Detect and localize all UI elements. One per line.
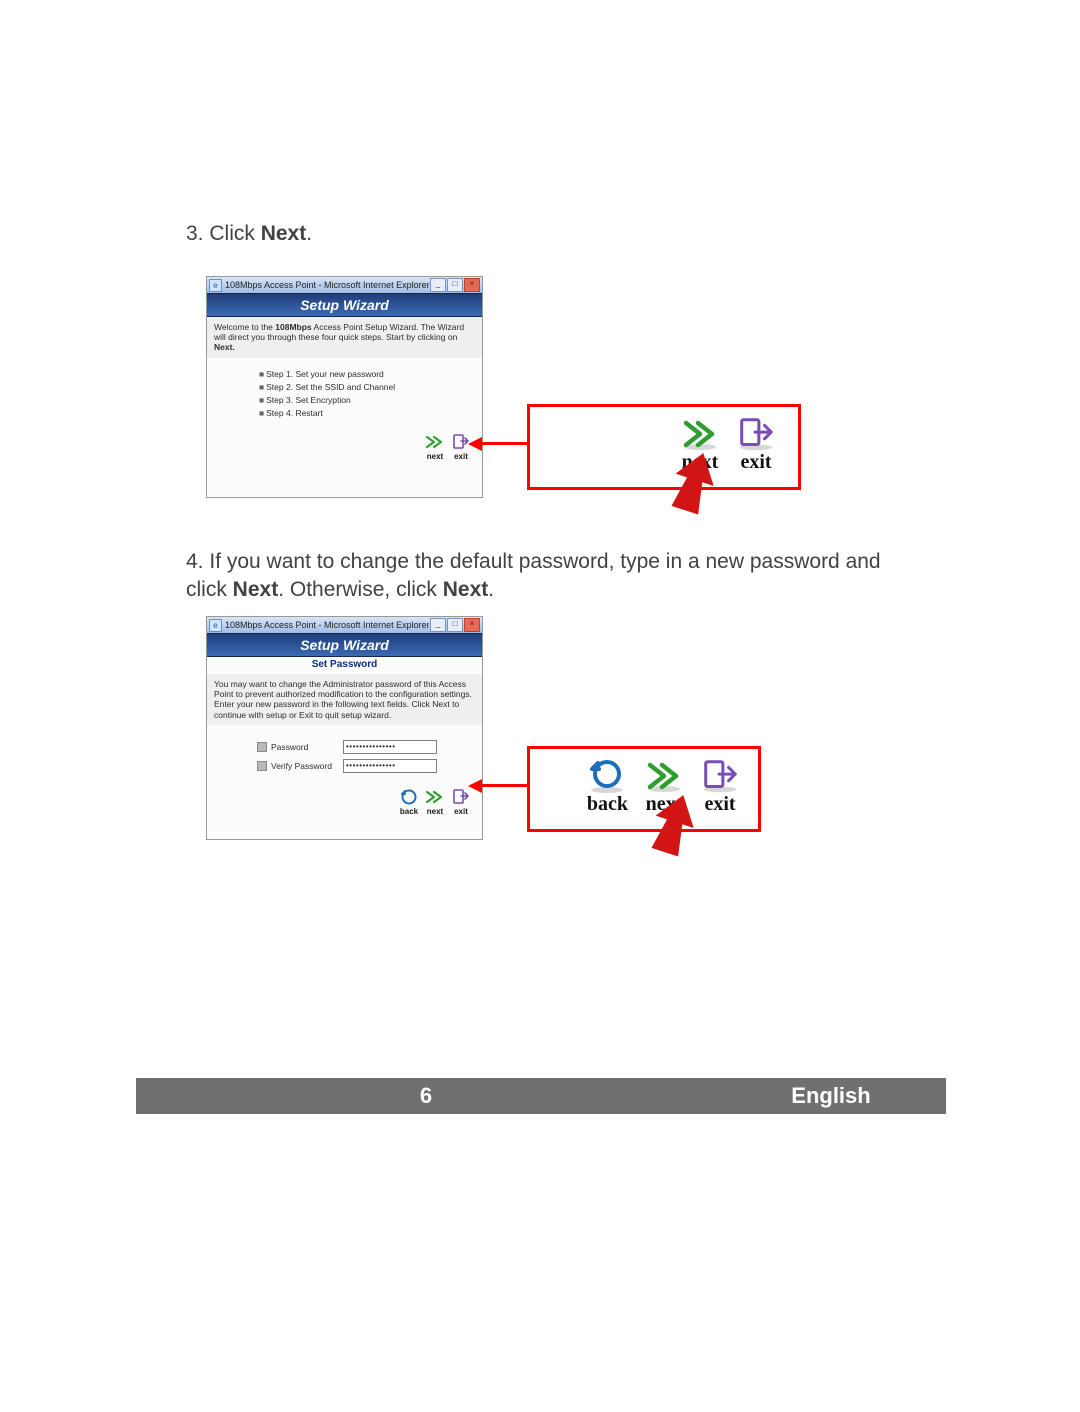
nav-row: back next exit [207, 782, 482, 824]
next-icon [424, 433, 446, 451]
bullet-icon [257, 761, 267, 771]
instruction-3: 3. Click Next. [186, 220, 312, 248]
next-icon [644, 757, 684, 795]
password-form: Password ••••••••••••••• Verify Password… [207, 725, 482, 782]
callout2-pointer-arrow [640, 794, 710, 864]
password-description: You may want to change the Administrator… [207, 674, 482, 725]
next-label: next [427, 452, 443, 461]
callout1-arrow-head [468, 437, 482, 451]
callout2-arrow-head [468, 779, 482, 793]
instr-4-bold1: Next [233, 578, 279, 601]
callout1-pointer-arrow [660, 452, 730, 522]
ie-icon: e [209, 279, 222, 292]
close-button[interactable]: × [464, 618, 480, 632]
password-input[interactable]: ••••••••••••••• [343, 740, 437, 754]
titlebar: e 108Mbps Access Point - Microsoft Inter… [207, 277, 482, 293]
welcome-a: Welcome to the [214, 322, 275, 332]
maximize-button[interactable]: □ [447, 618, 463, 632]
close-button[interactable]: × [464, 278, 480, 292]
exit-icon [700, 757, 740, 795]
wizard-ribbon: Setup Wizard [207, 633, 482, 657]
back-label: back [587, 793, 628, 816]
ie-icon: e [209, 619, 222, 632]
instruction-4: 4. If you want to change the default pas… [186, 548, 906, 605]
welcome-bold1: 108Mbps [275, 322, 311, 332]
instr-4-num: 4. [186, 550, 209, 573]
back-label: back [400, 807, 418, 816]
maximize-button[interactable]: □ [447, 278, 463, 292]
wizard-window-1: e 108Mbps Access Point - Microsoft Inter… [206, 276, 483, 498]
callout2-back-button[interactable]: back [587, 753, 628, 816]
footer-bar: 6 English [136, 1078, 946, 1114]
password-row: Password ••••••••••••••• [215, 740, 474, 754]
instr-3-text: Click [209, 222, 260, 245]
window-title: 108Mbps Access Point - Microsoft Interne… [225, 280, 429, 290]
wizard-window-2: e 108Mbps Access Point - Microsoft Inter… [206, 616, 483, 840]
next-icon [424, 788, 446, 806]
instr-3-num: 3. [186, 222, 209, 245]
titlebar: e 108Mbps Access Point - Microsoft Inter… [207, 617, 482, 633]
next-label: next [427, 807, 443, 816]
welcome-text: Welcome to the 108Mbps Access Point Setu… [207, 317, 482, 358]
wizard-ribbon: Setup Wizard [207, 293, 482, 317]
instr-3-period: . [306, 222, 312, 245]
back-icon [587, 757, 627, 795]
next-button-small[interactable]: next [422, 788, 448, 816]
exit-label: exit [454, 452, 468, 461]
welcome-bold2: Next. [214, 342, 235, 352]
callout1-arrow-line [482, 442, 528, 445]
page-number: 6 [136, 1083, 716, 1109]
back-icon [398, 788, 420, 806]
exit-label: exit [736, 451, 776, 474]
nav-row: next exit [207, 427, 482, 469]
callout2-arrow-line [482, 784, 528, 787]
window-title: 108Mbps Access Point - Microsoft Interne… [225, 620, 429, 630]
bullet-icon [257, 742, 267, 752]
next-icon [680, 415, 720, 453]
step-4: ■Step 4. Restart [259, 408, 482, 418]
instr-4-b: . Otherwise, click [278, 578, 443, 601]
callout1-exit-button[interactable]: exit [736, 411, 776, 474]
next-button-small[interactable]: next [422, 433, 448, 461]
steps-list: ■Step 1. Set your new password ■Step 2. … [207, 358, 482, 427]
step-1: ■Step 1. Set your new password [259, 369, 482, 379]
password-label: Password [271, 742, 343, 752]
minimize-button[interactable]: _ [430, 618, 446, 632]
exit-icon [736, 415, 776, 453]
back-button-small[interactable]: back [396, 788, 422, 816]
instr-3-bold: Next [261, 222, 307, 245]
exit-label: exit [454, 807, 468, 816]
verify-password-label: Verify Password [271, 761, 343, 771]
step-3: ■Step 3. Set Encryption [259, 395, 482, 405]
instr-4-c: . [488, 578, 494, 601]
minimize-button[interactable]: _ [430, 278, 446, 292]
step-2: ■Step 2. Set the SSID and Channel [259, 382, 482, 392]
verify-password-input[interactable]: ••••••••••••••• [343, 759, 437, 773]
subtitle: Set Password [207, 657, 482, 674]
verify-password-row: Verify Password ••••••••••••••• [215, 759, 474, 773]
instr-4-bold2: Next [443, 578, 489, 601]
footer-language: English [716, 1083, 946, 1109]
